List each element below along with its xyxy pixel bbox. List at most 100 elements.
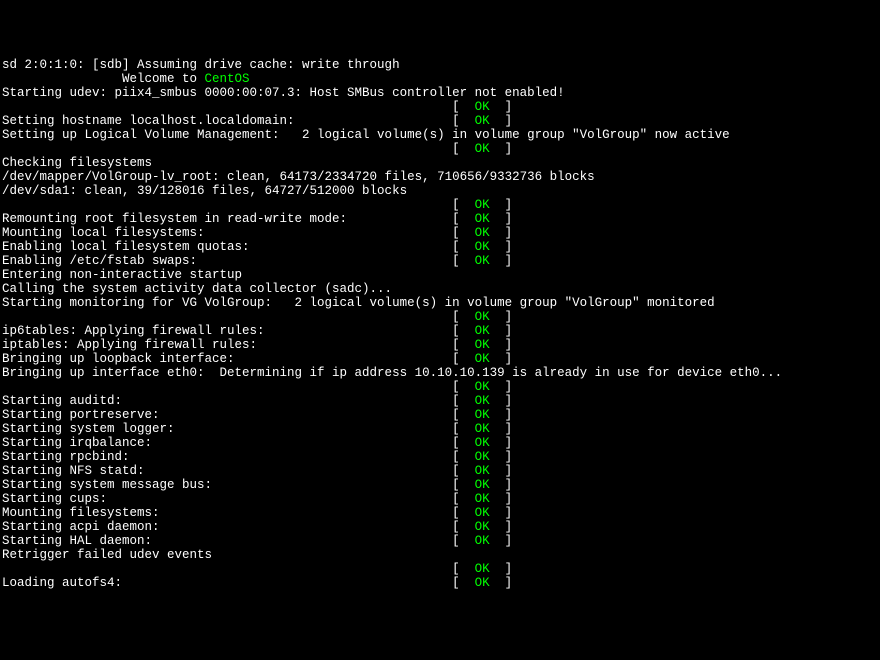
bracket-open: [ (452, 422, 475, 436)
boot-text: /dev/sda1: clean, 39/128016 files, 64727… (2, 184, 407, 198)
boot-line: ip6tables: Applying firewall rules: [ OK… (2, 324, 878, 338)
boot-text: /dev/mapper/VolGroup-lv_root: clean, 641… (2, 170, 595, 184)
boot-line: /dev/sda1: clean, 39/128016 files, 64727… (2, 184, 878, 198)
boot-line: Starting acpi daemon: [ OK ] (2, 520, 878, 534)
service-label: Starting cups: (2, 492, 452, 506)
status-ok: OK (475, 394, 490, 408)
boot-line: Starting HAL daemon: [ OK ] (2, 534, 878, 548)
bracket-open: [ (452, 408, 475, 422)
service-label: Loading autofs4: (2, 576, 452, 590)
status-ok: OK (475, 506, 490, 520)
bracket-open: [ (452, 394, 475, 408)
service-label: Starting HAL daemon: (2, 534, 452, 548)
bracket-close: ] (490, 492, 513, 506)
bracket-close: ] (490, 212, 513, 226)
boot-line: Bringing up interface eth0: Determining … (2, 366, 878, 380)
boot-line: Checking filesystems (2, 156, 878, 170)
status-ok: OK (475, 142, 490, 156)
bracket-close: ] (490, 478, 513, 492)
bracket-close: ] (490, 352, 513, 366)
status-ok: OK (475, 492, 490, 506)
status-ok: OK (475, 212, 490, 226)
bracket-close: ] (490, 464, 513, 478)
status-ok: OK (475, 576, 490, 590)
boot-text: Entering non-interactive startup (2, 268, 242, 282)
boot-line: Entering non-interactive startup (2, 268, 878, 282)
bracket-close: ] (490, 240, 513, 254)
status-ok: OK (475, 100, 490, 114)
bracket-close: ] (490, 254, 513, 268)
bracket-close: ] (490, 142, 513, 156)
bracket-open: [ (452, 254, 475, 268)
status-ok: OK (475, 408, 490, 422)
bracket-close: ] (490, 394, 513, 408)
boot-line: Starting portreserve: [ OK ] (2, 408, 878, 422)
boot-line: Starting system message bus: [ OK ] (2, 478, 878, 492)
boot-line: Starting cups: [ OK ] (2, 492, 878, 506)
bracket-close: ] (490, 380, 513, 394)
boot-line: Mounting filesystems: [ OK ] (2, 506, 878, 520)
boot-line: Starting udev: piix4_smbus 0000:00:07.3:… (2, 86, 878, 100)
boot-line: Setting up Logical Volume Management: 2 … (2, 128, 878, 142)
welcome-brand: CentOS (205, 72, 250, 86)
boot-line: Starting system logger: [ OK ] (2, 422, 878, 436)
bracket-close: ] (490, 324, 513, 338)
status-ok: OK (475, 114, 490, 128)
status-ok: OK (475, 310, 490, 324)
boot-text: Checking filesystems (2, 156, 152, 170)
boot-text: Bringing up interface eth0: Determining … (2, 366, 782, 380)
boot-line: [ OK ] (2, 142, 878, 156)
status-ok: OK (475, 324, 490, 338)
boot-line: Starting NFS statd: [ OK ] (2, 464, 878, 478)
bracket-close: ] (490, 436, 513, 450)
boot-text: Starting udev: piix4_smbus 0000:00:07.3:… (2, 86, 565, 100)
bracket-open: [ (452, 576, 475, 590)
status-ok: OK (475, 562, 490, 576)
service-label (2, 562, 452, 576)
welcome-prefix: Welcome to (2, 72, 205, 86)
boot-line: sd 2:0:1:0: [sdb] Assuming drive cache: … (2, 58, 878, 72)
boot-line: Calling the system activity data collect… (2, 282, 878, 296)
boot-line: Enabling local filesystem quotas: [ OK ] (2, 240, 878, 254)
bracket-close: ] (490, 310, 513, 324)
boot-line: [ OK ] (2, 562, 878, 576)
boot-line: Starting rpcbind: [ OK ] (2, 450, 878, 464)
bracket-close: ] (490, 198, 513, 212)
bracket-open: [ (452, 562, 475, 576)
bracket-open: [ (452, 352, 475, 366)
status-ok: OK (475, 422, 490, 436)
service-label (2, 142, 452, 156)
boot-line: [ OK ] (2, 380, 878, 394)
boot-line: iptables: Applying firewall rules: [ OK … (2, 338, 878, 352)
bracket-close: ] (490, 520, 513, 534)
service-label: Starting rpcbind: (2, 450, 452, 464)
bracket-open: [ (452, 520, 475, 534)
status-ok: OK (475, 254, 490, 268)
bracket-close: ] (490, 338, 513, 352)
service-label: ip6tables: Applying firewall rules: (2, 324, 452, 338)
status-ok: OK (475, 436, 490, 450)
status-ok: OK (475, 464, 490, 478)
boot-text: Starting monitoring for VG VolGroup: 2 l… (2, 296, 715, 310)
status-ok: OK (475, 198, 490, 212)
status-ok: OK (475, 534, 490, 548)
bracket-close: ] (490, 422, 513, 436)
bracket-open: [ (452, 464, 475, 478)
service-label: Enabling local filesystem quotas: (2, 240, 452, 254)
bracket-close: ] (490, 506, 513, 520)
service-label: Starting system logger: (2, 422, 452, 436)
bracket-open: [ (452, 226, 475, 240)
service-label (2, 380, 452, 394)
boot-line: Setting hostname localhost.localdomain: … (2, 114, 878, 128)
status-ok: OK (475, 338, 490, 352)
boot-text: Setting up Logical Volume Management: 2 … (2, 128, 730, 142)
bracket-open: [ (452, 212, 475, 226)
service-label: Remounting root filesystem in read-write… (2, 212, 452, 226)
boot-line: Welcome to CentOS (2, 72, 878, 86)
service-label: Mounting local filesystems: (2, 226, 452, 240)
bracket-open: [ (452, 450, 475, 464)
boot-text: Retrigger failed udev events (2, 548, 212, 562)
boot-line: [ OK ] (2, 100, 878, 114)
bracket-open: [ (452, 100, 475, 114)
status-ok: OK (475, 450, 490, 464)
